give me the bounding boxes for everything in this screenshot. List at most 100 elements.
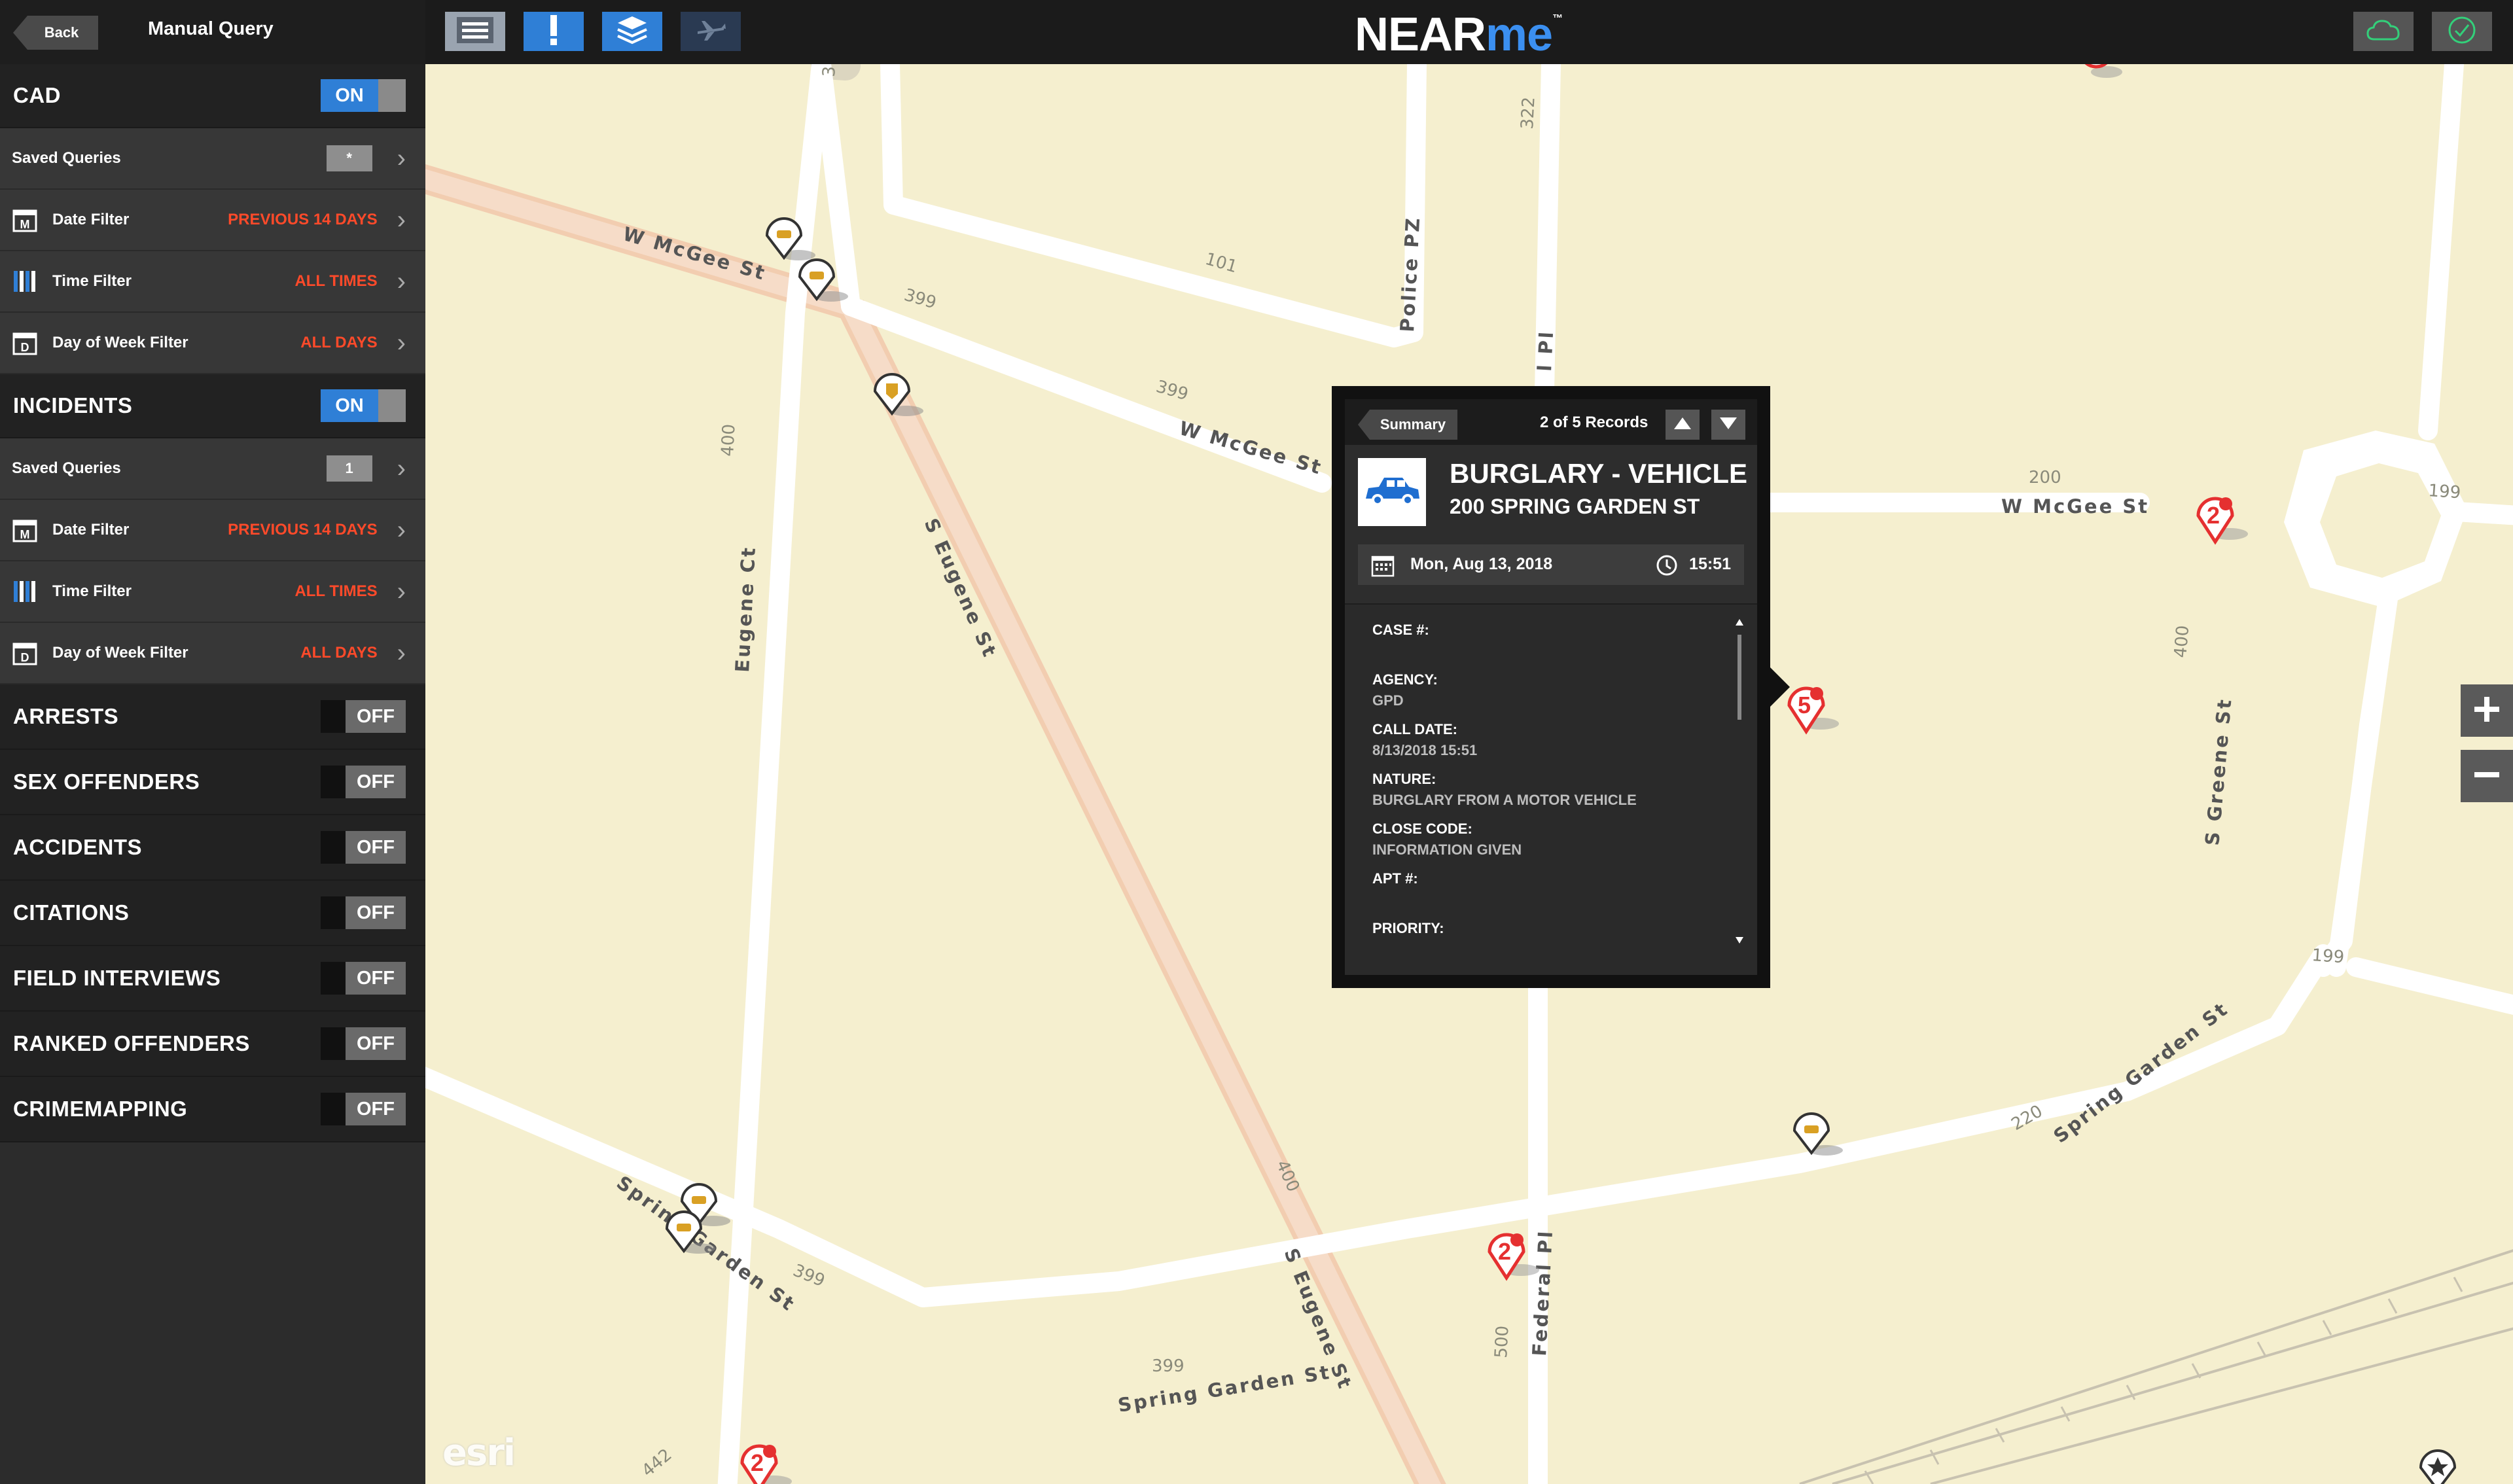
incident-cluster-marker[interactable]: 2 [740, 1444, 792, 1484]
cad-dow-filter[interactable]: D Day of Week Filter ALL DAYS › [0, 313, 425, 374]
toggle-knob [321, 896, 346, 929]
logo-me: me [1486, 9, 1553, 61]
dow-filter-label: Day of Week Filter [52, 644, 188, 662]
time-filter-label: Time Filter [52, 582, 132, 600]
summary-button[interactable]: Summary [1358, 410, 1457, 440]
toggle-knob [378, 389, 406, 422]
field-interviews-toggle[interactable]: OFF [321, 962, 406, 995]
back-button[interactable]: Back [13, 16, 98, 50]
airplane-button[interactable] [681, 12, 741, 51]
road-label: W McGee St [1177, 417, 1325, 479]
road-label: Eugene Ct [731, 545, 760, 673]
app-logo: NEARme™ [1355, 8, 1563, 62]
layer-ranked-offenders: RANKED OFFENDERS OFF [0, 1012, 425, 1077]
cloud-sync-button[interactable] [2353, 12, 2414, 51]
address-number: 500 [1491, 1325, 1513, 1358]
crimemapping-toggle[interactable]: OFF [321, 1093, 406, 1125]
saved-queries-badge: * [326, 145, 372, 171]
citations-toggle[interactable]: OFF [321, 896, 406, 929]
layer-label: CITATIONS [13, 900, 130, 925]
layers-button[interactable] [602, 12, 662, 51]
incidents-dow-filter[interactable]: D Day of Week Filter ALL DAYS › [0, 623, 425, 684]
time-filter-value: ALL TIMES [294, 272, 378, 290]
incident-cluster-marker[interactable]: 5 [1787, 686, 1839, 735]
toggle-label: OFF [346, 962, 406, 995]
sidebar-header: Back Manual Query [0, 0, 425, 64]
incidents-toggle[interactable]: ON [321, 389, 406, 422]
triangle-up-icon [1674, 417, 1691, 433]
cad-date-filter[interactable]: M Date Filter PREVIOUS 14 DAYS › [0, 190, 425, 251]
field-label: CLOSE CODE: [1372, 821, 1472, 837]
cad-time-filter[interactable]: Time Filter ALL TIMES › [0, 251, 425, 313]
minus-icon [2472, 760, 2502, 793]
incident-title: BURGLARY - VEHICLE [1450, 458, 1748, 489]
previous-record-button[interactable] [1666, 410, 1700, 440]
chevron-right-icon: › [397, 454, 406, 483]
sidebar: Back Manual Query CAD ON Saved Queries *… [0, 0, 425, 1484]
layer-citations: CITATIONS OFF [0, 881, 425, 946]
triangle-down-icon [1720, 417, 1737, 433]
road-label: S Greene St [2201, 697, 2236, 847]
svg-text:M: M [20, 218, 30, 231]
address-number: 399 [1154, 377, 1190, 405]
toggle-label: OFF [346, 700, 406, 733]
section-incidents-label: INCIDENTS [13, 393, 133, 417]
field-label: CALL DATE: [1372, 721, 1457, 737]
address-number: 322 [1518, 96, 1539, 130]
details-scrollbar[interactable] [1735, 618, 1744, 945]
popup-body: Summary 2 of 5 Records BURGLARY - VEHICL… [1345, 399, 1757, 975]
layer-label: SEX OFFENDERS [13, 769, 200, 794]
time-bars-icon [12, 268, 38, 294]
toggle-label: OFF [346, 896, 406, 929]
saved-queries-label: Saved Queries [12, 459, 121, 477]
incidents-toggle-label: ON [321, 389, 378, 422]
cad-badge-marker[interactable] [873, 373, 923, 416]
esri-attribution: esri [442, 1432, 516, 1474]
field-value: BURGLARY FROM A MOTOR VEHICLE [1372, 792, 1637, 808]
field-label: PRIORITY: [1372, 920, 1444, 936]
incident-details[interactable]: CASE #: AGENCY: GPD CALL DATE: 8/13/2018… [1345, 603, 1757, 975]
incident-address: 200 SPRING GARDEN ST [1450, 495, 1700, 518]
incident-cluster-marker[interactable]: 2 [2080, 64, 2123, 78]
cad-toggle[interactable]: ON [321, 79, 406, 112]
cluster-count: 2 [751, 1449, 764, 1476]
incident-cluster-marker[interactable]: 2 [2196, 497, 2248, 545]
chevron-right-icon: › [397, 639, 406, 667]
layer-accidents: ACCIDENTS OFF [0, 815, 425, 881]
cad-saved-queries[interactable]: Saved Queries * › [0, 128, 425, 190]
chevron-right-icon: › [397, 577, 406, 606]
chevron-right-icon: › [397, 267, 406, 296]
arrests-toggle[interactable]: OFF [321, 700, 406, 733]
zoom-out-button[interactable] [2461, 750, 2513, 802]
next-record-button[interactable] [1711, 410, 1745, 440]
layer-label: CRIMEMAPPING [13, 1097, 188, 1121]
status-ok-button[interactable] [2432, 12, 2492, 51]
cad-vehicle-marker[interactable] [1792, 1112, 1843, 1156]
road-label: W McGee St [2001, 495, 2149, 518]
toggle-knob [378, 79, 406, 112]
check-circle-icon [2447, 15, 2477, 48]
zoom-in-button[interactable] [2461, 684, 2513, 737]
incidents-time-filter[interactable]: Time Filter ALL TIMES › [0, 561, 425, 623]
ranked-offenders-toggle[interactable]: OFF [321, 1027, 406, 1060]
dow-filter-value: ALL DAYS [300, 644, 378, 662]
calendar-icon [1371, 554, 1395, 580]
saved-queries-label: Saved Queries [12, 149, 121, 167]
cluster-count: 2 [2207, 502, 2220, 529]
toggle-label: OFF [346, 831, 406, 864]
plus-icon [2472, 694, 2502, 728]
accidents-toggle[interactable]: OFF [321, 831, 406, 864]
menu-button[interactable] [445, 12, 505, 51]
topbar: NEARme™ [425, 0, 2513, 64]
cloud-icon [2365, 17, 2402, 46]
field-value: 8/13/2018 15:51 [1372, 742, 1478, 758]
saved-queries-badge: 1 [326, 455, 372, 482]
incidents-saved-queries[interactable]: Saved Queries 1 › [0, 438, 425, 500]
sex-offenders-toggle[interactable]: OFF [321, 766, 406, 798]
star-marker[interactable] [2419, 1449, 2457, 1484]
field-value: INFORMATION GIVEN [1372, 841, 1522, 858]
incidents-date-filter[interactable]: M Date Filter PREVIOUS 14 DAYS › [0, 500, 425, 561]
date-filter-label: Date Filter [52, 211, 130, 228]
alerts-button[interactable] [524, 12, 584, 51]
address-number: 399 [790, 1261, 827, 1291]
